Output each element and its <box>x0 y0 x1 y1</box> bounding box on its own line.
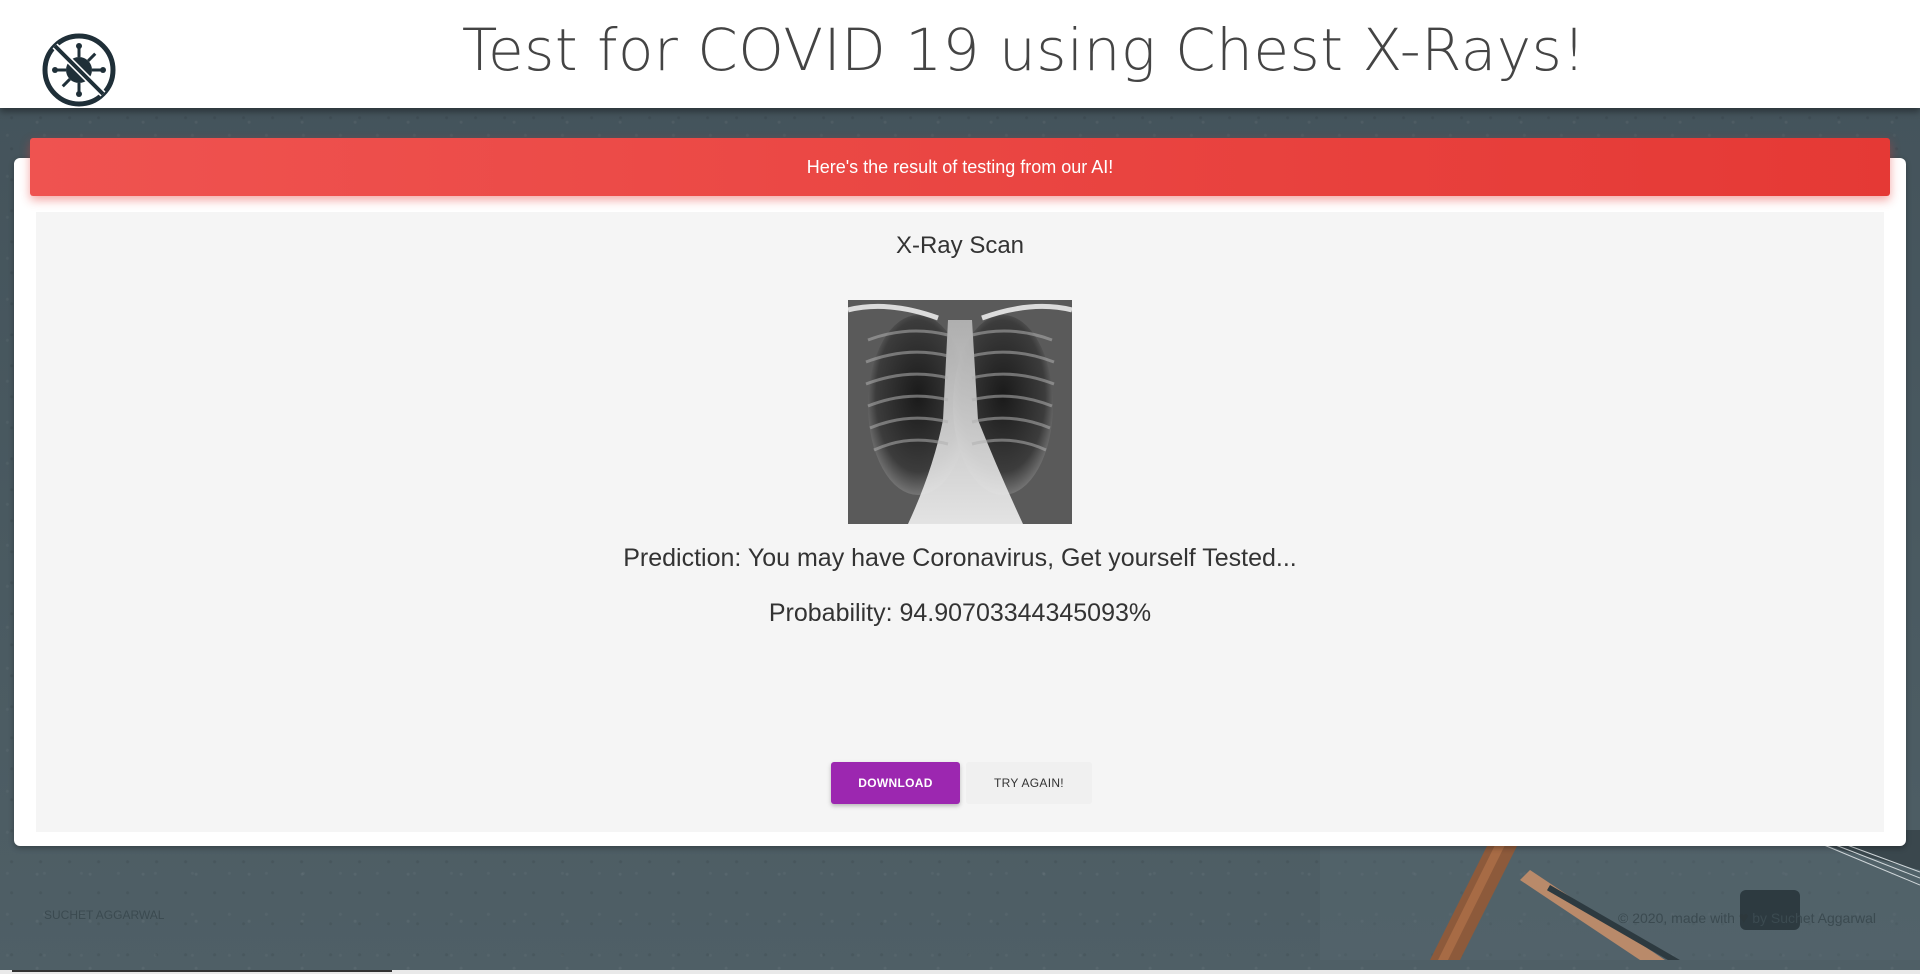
result-banner: Here's the result of testing from our AI… <box>30 138 1890 196</box>
footer-author-link[interactable]: by Suchet Aggarwal <box>1752 910 1876 926</box>
scrollbar-thumb[interactable] <box>12 970 392 972</box>
bottom-scrollbar[interactable] <box>0 970 1920 974</box>
result-panel: X-Ray Scan Prediction: You may have Coro… <box>36 212 1884 832</box>
try-again-button[interactable]: TRY AGAIN! <box>966 762 1092 804</box>
footer-author: SUCHET AGGARWAL <box>44 908 165 922</box>
probability-text: Probability: 94.90703344345093% <box>768 599 1152 627</box>
download-button[interactable]: DOWNLOAD <box>831 762 960 804</box>
scan-title: X-Ray Scan <box>895 232 1025 259</box>
chest-xray-image <box>848 300 1072 524</box>
page-header: Test for COVID 19 using Chest X-Rays! <box>0 0 1920 108</box>
page-title: Test for COVID 19 using Chest X-Rays! <box>461 16 1587 84</box>
footer-credits: © 2020, made with ♥ by Suchet Aggarwal <box>1618 910 1876 928</box>
prediction-text: Prediction: You may have Coronavirus, Ge… <box>623 544 1297 572</box>
background-illustration <box>1320 830 1920 960</box>
footer-copyright: © 2020, made with <box>1618 910 1735 926</box>
heart-icon: ♥ <box>1738 910 1749 927</box>
